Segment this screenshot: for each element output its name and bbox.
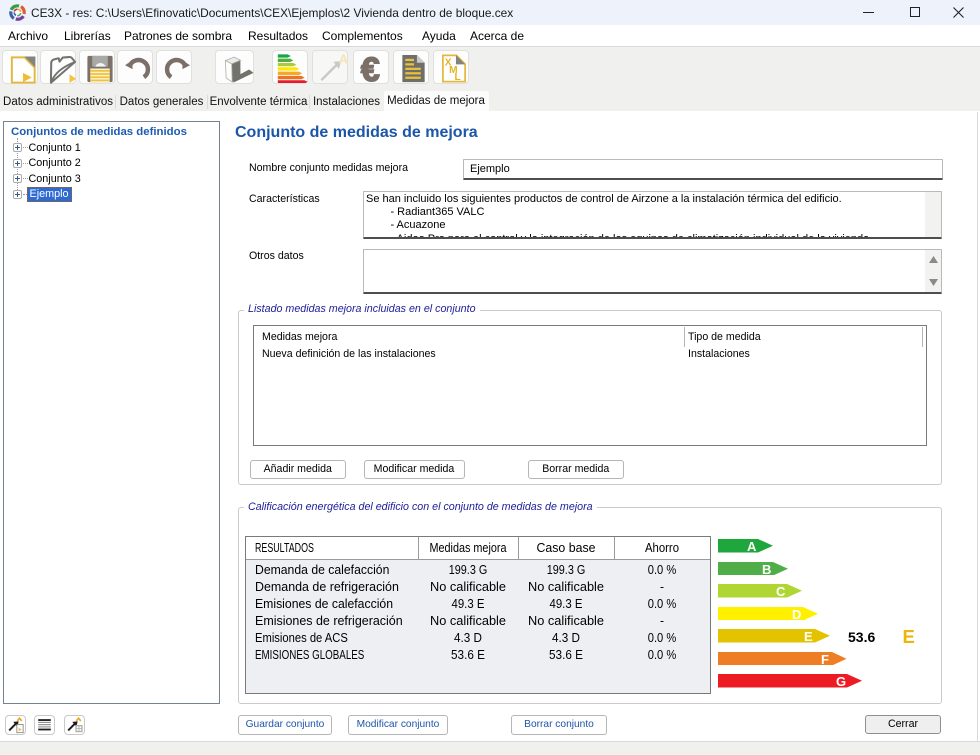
svg-text:€: € <box>360 53 379 84</box>
svg-text:A: A <box>339 53 348 67</box>
svg-text:L: L <box>454 72 460 83</box>
